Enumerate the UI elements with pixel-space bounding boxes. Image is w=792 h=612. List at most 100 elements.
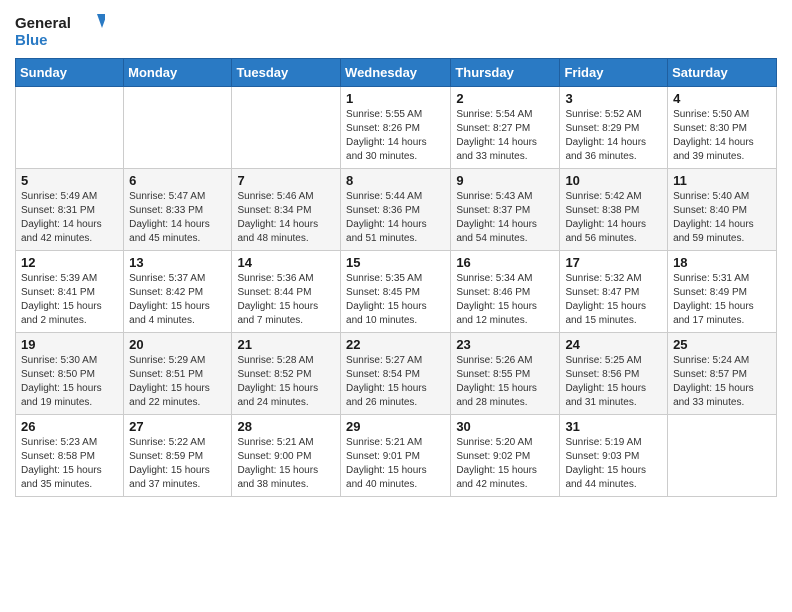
day-number: 19: [21, 337, 118, 352]
day-cell: [16, 87, 124, 169]
day-info: Sunrise: 5:27 AMSunset: 8:54 PMDaylight:…: [346, 354, 445, 410]
day-cell: 13 Sunrise: 5:37 AMSunset: 8:42 PMDayligh…: [124, 251, 232, 333]
day-number: 23: [456, 337, 554, 352]
day-cell: 29 Sunrise: 5:21 AMSunset: 9:01 PMDayligh…: [341, 415, 451, 497]
day-cell: 14Sunrise: 5:36 AMSunset: 8:44 PMDayligh…: [232, 251, 341, 333]
day-number: 25: [673, 337, 771, 352]
week-row-3: 12 Sunrise: 5:39 AMSunset: 8:41 PMDayligh…: [16, 251, 777, 333]
day-cell: 26 Sunrise: 5:23 AMSunset: 8:58 PMDayligh…: [16, 415, 124, 497]
col-header-wednesday: Wednesday: [341, 59, 451, 87]
col-header-monday: Monday: [124, 59, 232, 87]
day-number: 13: [129, 255, 226, 270]
day-cell: 5 Sunrise: 5:49 AMSunset: 8:31 PMDaylight…: [16, 169, 124, 251]
day-number: 30: [456, 419, 554, 434]
day-info: Sunrise: 5:24 AMSunset: 8:57 PMDaylight:…: [673, 354, 771, 410]
day-info: Sunrise: 5:21 AMSunset: 9:00 PMDaylight:…: [237, 436, 335, 492]
day-cell: 8 Sunrise: 5:44 AMSunset: 8:36 PMDaylight…: [341, 169, 451, 251]
day-number: 15: [346, 255, 445, 270]
week-row-5: 26 Sunrise: 5:23 AMSunset: 8:58 PMDayligh…: [16, 415, 777, 497]
day-cell: 9Sunrise: 5:43 AMSunset: 8:37 PMDaylight…: [451, 169, 560, 251]
day-cell: 25 Sunrise: 5:24 AMSunset: 8:57 PMDayligh…: [668, 333, 777, 415]
svg-text:General: General: [15, 15, 71, 32]
day-cell: 22 Sunrise: 5:27 AMSunset: 8:54 PMDayligh…: [341, 333, 451, 415]
day-number: 28: [237, 419, 335, 434]
day-cell: [232, 87, 341, 169]
day-info: Sunrise: 5:21 AMSunset: 9:01 PMDaylight:…: [346, 436, 445, 492]
day-info: Sunrise: 5:25 AMSunset: 8:56 PMDaylight:…: [565, 354, 662, 410]
day-cell: 28 Sunrise: 5:21 AMSunset: 9:00 PMDayligh…: [232, 415, 341, 497]
day-cell: 19Sunrise: 5:30 AMSunset: 8:50 PMDayligh…: [16, 333, 124, 415]
day-number: 7: [237, 173, 335, 188]
day-cell: 11 Sunrise: 5:40 AMSunset: 8:40 PMDayligh…: [668, 169, 777, 251]
day-info: Sunrise: 5:55 AMSunset: 8:26 PMDaylight:…: [346, 108, 445, 164]
day-cell: 1 Sunrise: 5:55 AMSunset: 8:26 PMDaylight…: [341, 87, 451, 169]
day-info: Sunrise: 5:23 AMSunset: 8:58 PMDaylight:…: [21, 436, 118, 492]
day-number: 31: [565, 419, 662, 434]
day-info: Sunrise: 5:39 AMSunset: 8:41 PMDaylight:…: [21, 272, 118, 328]
day-number: 3: [565, 91, 662, 106]
day-cell: 16 Sunrise: 5:34 AMSunset: 8:46 PMDayligh…: [451, 251, 560, 333]
day-cell: 27Sunrise: 5:22 AMSunset: 8:59 PMDayligh…: [124, 415, 232, 497]
day-number: 4: [673, 91, 771, 106]
logo-svg: General Blue: [15, 10, 105, 50]
day-number: 29: [346, 419, 445, 434]
day-info: Sunrise: 5:49 AMSunset: 8:31 PMDaylight:…: [21, 190, 118, 246]
week-row-1: 1 Sunrise: 5:55 AMSunset: 8:26 PMDaylight…: [16, 87, 777, 169]
day-info: Sunrise: 5:34 AMSunset: 8:46 PMDaylight:…: [456, 272, 554, 328]
day-number: 11: [673, 173, 771, 188]
day-cell: 4 Sunrise: 5:50 AMSunset: 8:30 PMDaylight…: [668, 87, 777, 169]
col-header-thursday: Thursday: [451, 59, 560, 87]
day-info: Sunrise: 5:19 AMSunset: 9:03 PMDaylight:…: [565, 436, 662, 492]
day-info: Sunrise: 5:40 AMSunset: 8:40 PMDaylight:…: [673, 190, 771, 246]
day-cell: 18 Sunrise: 5:31 AMSunset: 8:49 PMDayligh…: [668, 251, 777, 333]
day-number: 10: [565, 173, 662, 188]
day-number: 16: [456, 255, 554, 270]
day-number: 17: [565, 255, 662, 270]
day-info: Sunrise: 5:28 AMSunset: 8:52 PMDaylight:…: [237, 354, 335, 410]
col-header-friday: Friday: [560, 59, 668, 87]
day-info: Sunrise: 5:37 AMSunset: 8:42 PMDaylight:…: [129, 272, 226, 328]
day-cell: 3Sunrise: 5:52 AMSunset: 8:29 PMDaylight…: [560, 87, 668, 169]
page-header: General Blue: [15, 10, 777, 50]
col-header-sunday: Sunday: [16, 59, 124, 87]
day-number: 5: [21, 173, 118, 188]
day-info: Sunrise: 5:47 AMSunset: 8:33 PMDaylight:…: [129, 190, 226, 246]
day-cell: 12 Sunrise: 5:39 AMSunset: 8:41 PMDayligh…: [16, 251, 124, 333]
day-info: Sunrise: 5:44 AMSunset: 8:36 PMDaylight:…: [346, 190, 445, 246]
day-info: Sunrise: 5:31 AMSunset: 8:49 PMDaylight:…: [673, 272, 771, 328]
day-cell: 20Sunrise: 5:29 AMSunset: 8:51 PMDayligh…: [124, 333, 232, 415]
col-header-tuesday: Tuesday: [232, 59, 341, 87]
day-number: 2: [456, 91, 554, 106]
day-cell: 7 Sunrise: 5:46 AMSunset: 8:34 PMDaylight…: [232, 169, 341, 251]
day-number: 12: [21, 255, 118, 270]
day-number: 27: [129, 419, 226, 434]
day-number: 8: [346, 173, 445, 188]
day-info: Sunrise: 5:46 AMSunset: 8:34 PMDaylight:…: [237, 190, 335, 246]
calendar-table: SundayMondayTuesdayWednesdayThursdayFrid…: [15, 58, 777, 497]
day-info: Sunrise: 5:20 AMSunset: 9:02 PMDaylight:…: [456, 436, 554, 492]
day-number: 9: [456, 173, 554, 188]
svg-text:Blue: Blue: [15, 32, 48, 49]
day-number: 24: [565, 337, 662, 352]
day-number: 26: [21, 419, 118, 434]
day-info: Sunrise: 5:42 AMSunset: 8:38 PMDaylight:…: [565, 190, 662, 246]
day-info: Sunrise: 5:29 AMSunset: 8:51 PMDaylight:…: [129, 354, 226, 410]
day-cell: 15Sunrise: 5:35 AMSunset: 8:45 PMDayligh…: [341, 251, 451, 333]
day-cell: 24 Sunrise: 5:25 AMSunset: 8:56 PMDayligh…: [560, 333, 668, 415]
day-cell: 6 Sunrise: 5:47 AMSunset: 8:33 PMDaylight…: [124, 169, 232, 251]
week-row-2: 5 Sunrise: 5:49 AMSunset: 8:31 PMDaylight…: [16, 169, 777, 251]
day-cell: 21Sunrise: 5:28 AMSunset: 8:52 PMDayligh…: [232, 333, 341, 415]
day-cell: 10 Sunrise: 5:42 AMSunset: 8:38 PMDayligh…: [560, 169, 668, 251]
logo: General Blue: [15, 10, 105, 50]
day-info: Sunrise: 5:32 AMSunset: 8:47 PMDaylight:…: [565, 272, 662, 328]
day-info: Sunrise: 5:26 AMSunset: 8:55 PMDaylight:…: [456, 354, 554, 410]
day-number: 1: [346, 91, 445, 106]
day-number: 22: [346, 337, 445, 352]
day-info: Sunrise: 5:54 AMSunset: 8:27 PMDaylight:…: [456, 108, 554, 164]
col-header-saturday: Saturday: [668, 59, 777, 87]
day-number: 18: [673, 255, 771, 270]
day-cell: 30 Sunrise: 5:20 AMSunset: 9:02 PMDayligh…: [451, 415, 560, 497]
day-info: Sunrise: 5:50 AMSunset: 8:30 PMDaylight:…: [673, 108, 771, 164]
day-number: 6: [129, 173, 226, 188]
day-cell: 31 Sunrise: 5:19 AMSunset: 9:03 PMDayligh…: [560, 415, 668, 497]
